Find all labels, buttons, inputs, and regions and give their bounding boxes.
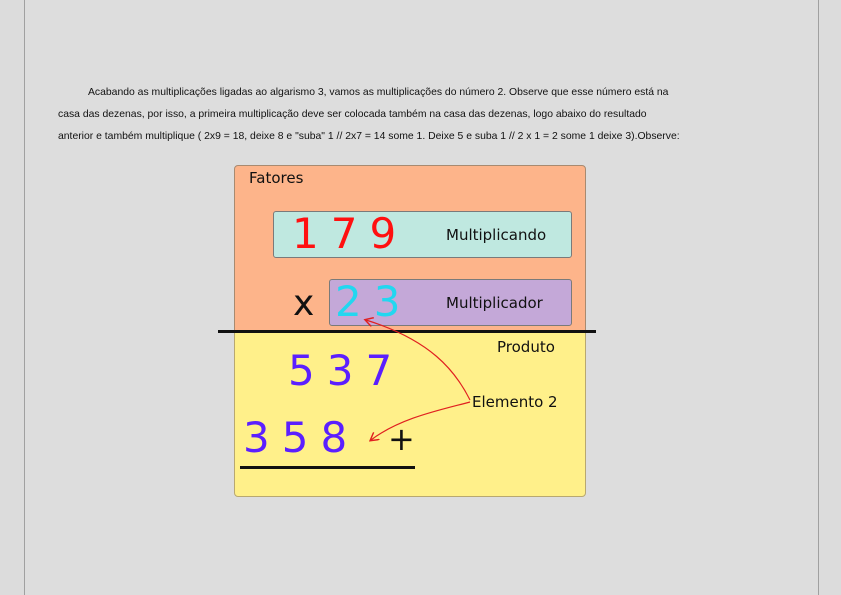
arrow-to-multiplicador (366, 320, 471, 401)
multiplication-diagram: Fatores 179 Multiplicando x 23 Multiplic… (0, 0, 841, 595)
arrow-to-partial-product (371, 401, 471, 440)
annotation-arrows (0, 0, 471, 595)
